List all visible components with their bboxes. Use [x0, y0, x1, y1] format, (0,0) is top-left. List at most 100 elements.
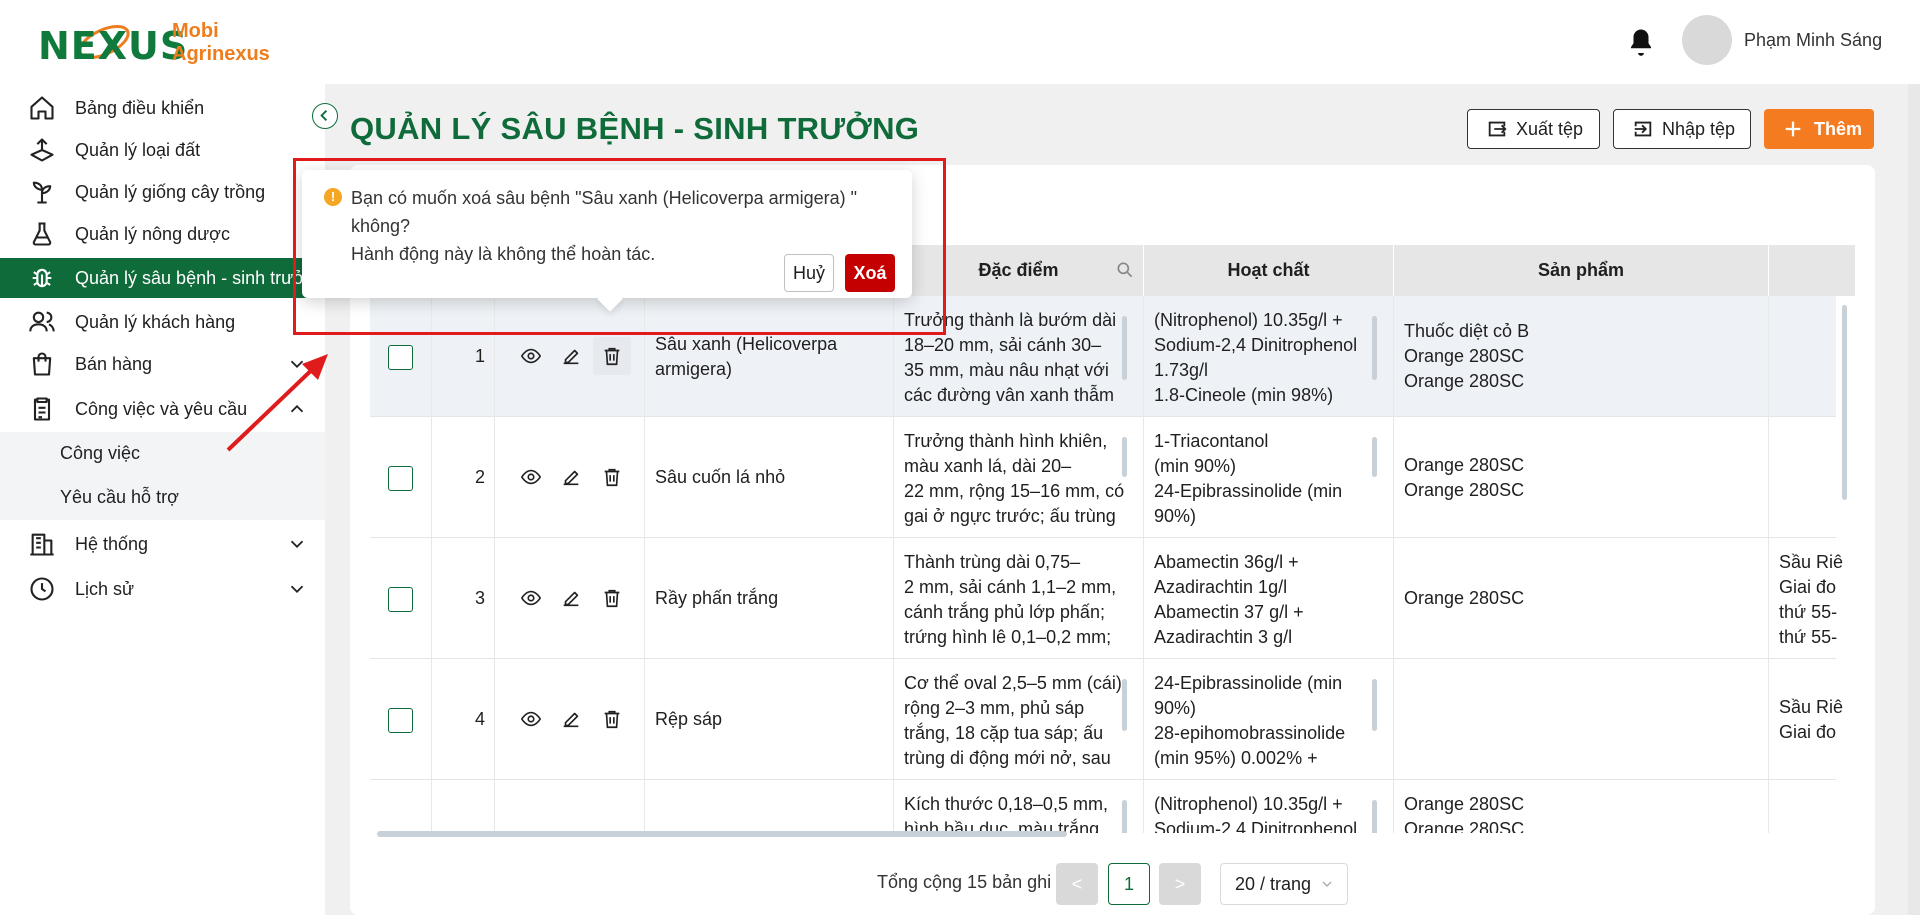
page-title: QUẢN LÝ SÂU BỆNH - SINH TRƯỞNG — [350, 111, 920, 146]
sidebar-item-system[interactable]: Hệ thống — [0, 524, 325, 564]
text-line: 2 mm, sải cánh 1,1–2 mm, — [904, 577, 1117, 597]
trash-icon[interactable] — [601, 587, 623, 609]
trash-icon[interactable] — [601, 345, 623, 367]
user-name[interactable]: Phạm Minh Sáng — [1744, 30, 1882, 51]
row-checkbox[interactable] — [388, 587, 413, 612]
sidebar-subitem-support[interactable]: Yêu cầu hỗ trợ — [60, 487, 179, 508]
cell-scrollbar[interactable] — [1122, 316, 1127, 380]
cell-scrollbar[interactable] — [1122, 437, 1127, 477]
edit-icon[interactable] — [560, 466, 582, 488]
cell-scrollbar[interactable] — [1122, 679, 1127, 731]
text-line: Orange 280SC — [1404, 794, 1525, 814]
text-line: 1-Triacontanol — [1154, 431, 1269, 451]
page-number: 1 — [1123, 873, 1134, 894]
sidebar-collapse-button[interactable] — [312, 103, 338, 129]
highlight-box — [293, 158, 946, 335]
logo-subtitle: Mobi Agrinexus — [172, 20, 270, 66]
text-line: Orange 280SC — [1404, 480, 1525, 500]
sidebar-item-history[interactable]: Lịch sử — [0, 569, 325, 609]
cell-checkbox — [370, 538, 432, 659]
plant-icon — [28, 178, 56, 206]
sidebar-item-plant[interactable]: Quản lý giống cây trồng — [0, 172, 325, 212]
product-text: Orange 280SC Orange 280SC — [1404, 792, 1704, 833]
export-button[interactable]: Xuất tệp — [1467, 109, 1600, 149]
table-row[interactable]: 3 Rầy phấn trắng Thành trùng dài 0,75– 2 … — [370, 538, 1843, 659]
app-header: NEXUS Mobi Agrinexus Phạm Minh Sáng — [0, 0, 1920, 84]
text-line: Sầu Riê — [1779, 697, 1844, 717]
sidebar-item-customers[interactable]: Quản lý khách hàng — [0, 302, 325, 342]
text-line: 1.8-Cineole (min 98%) — [1154, 385, 1334, 405]
cell-actions — [495, 780, 645, 833]
next-page-button[interactable]: > — [1159, 863, 1201, 905]
ingredient-text: Abamectin 36g/l + Azadirachtin 1g/l Abamec… — [1154, 550, 1379, 649]
cell-stt: 2 — [432, 417, 495, 538]
eye-icon[interactable] — [520, 345, 542, 367]
cell-ingredient: 1-Triacontanol (min 90%) 24-Epibrassinolid… — [1144, 417, 1394, 538]
avatar[interactable] — [1682, 15, 1732, 65]
row-checkbox[interactable] — [388, 466, 413, 491]
table-vertical-scrollbar[interactable] — [1842, 305, 1847, 500]
text-line: (min 90%) — [1154, 456, 1237, 476]
chevron-right-icon: > — [1174, 873, 1186, 894]
row-checkbox[interactable] — [388, 345, 413, 370]
cell-scrollbar[interactable] — [1372, 316, 1377, 380]
page-scrollbar[interactable] — [1908, 84, 1920, 915]
sidebar-subitem-work[interactable]: Công việc — [60, 443, 140, 464]
soil-icon — [28, 136, 56, 164]
sidebar-item-dashboard[interactable]: Bảng điều khiển — [0, 88, 325, 128]
cell-ingredient: (Nitrophenol) 10.35g/l + Sodium-2,4 Dinit… — [1144, 780, 1394, 833]
text-line: 22 mm, rộng 15–16 mm, có — [904, 481, 1125, 501]
search-icon[interactable] — [1115, 260, 1135, 280]
text-line: cánh trắng phủ lớp phấn; — [904, 602, 1105, 622]
sidebar-item-pest[interactable]: Quản lý sâu bệnh - sinh trưởng — [0, 258, 325, 298]
cell-scrollbar[interactable] — [1372, 800, 1377, 833]
sidebar-item-label: Lịch sử — [75, 578, 135, 599]
table-row[interactable]: 2 Sâu cuốn lá nhỏ Trưởng thành hình khiê… — [370, 417, 1836, 538]
text-line: Azadirachtin 3 g/l — [1154, 627, 1293, 647]
text-line: gai ở ngực trước; ấu trùng — [904, 506, 1116, 526]
table-row[interactable]: Kích thước 0,18–0,5 mm, hình bầu dục, màu… — [370, 780, 1836, 833]
chevron-down-icon[interactable] — [286, 533, 308, 555]
sidebar-item-soil[interactable]: Quản lý loại đất — [0, 130, 325, 170]
sidebar-item-pesticide[interactable]: Quản lý nông dược — [0, 214, 325, 254]
eye-icon[interactable] — [520, 708, 542, 730]
trash-icon[interactable] — [601, 466, 623, 488]
prev-page-button[interactable]: < — [1056, 863, 1098, 905]
add-button[interactable]: Thêm — [1764, 109, 1874, 149]
eye-icon[interactable] — [520, 587, 542, 609]
trash-icon[interactable] — [601, 708, 623, 730]
app-logo[interactable]: NEXUS Mobi Agrinexus — [34, 16, 274, 68]
table-row[interactable]: 4 Rệp sáp Cơ thể oval 2,5–5 mm (cái), rộn… — [370, 659, 1843, 780]
text-line: Azadirachtin 1g/l — [1154, 577, 1288, 597]
feature-text: Trưởng thành hình khiên, màu xanh lá, dài… — [904, 429, 1129, 528]
sidebar-item-label: Quản lý nông dược — [75, 223, 230, 244]
cell-name: Sâu cuốn lá nhỏ — [645, 417, 894, 538]
cell-scrollbar[interactable] — [1372, 437, 1377, 477]
edit-icon[interactable] — [560, 708, 582, 730]
text-line: 35 mm, màu nâu nhạt với — [904, 360, 1109, 380]
chevron-down-icon[interactable] — [286, 578, 308, 600]
page-1-button[interactable]: 1 — [1108, 863, 1150, 905]
row-checkbox[interactable] — [388, 708, 413, 733]
row-name: Rầy phấn trắng — [655, 588, 779, 608]
edit-icon[interactable] — [560, 587, 582, 609]
text-line: Orange 280SC — [1404, 455, 1525, 475]
eye-icon[interactable] — [520, 466, 542, 488]
edit-icon[interactable] — [560, 345, 582, 367]
chevron-down-icon — [1319, 876, 1335, 892]
cell-product: Orange 280SC Orange 280SC — [1394, 417, 1769, 538]
bag-icon — [28, 350, 56, 378]
bell-icon[interactable] — [1626, 27, 1656, 57]
cell-scrollbar[interactable] — [1122, 800, 1127, 833]
table-horizontal-scrollbar[interactable] — [377, 831, 1067, 837]
chevron-left-icon: < — [1071, 873, 1083, 894]
annotation-arrow — [220, 350, 340, 460]
cell-checkbox — [370, 780, 432, 833]
import-button[interactable]: Nhập tệp — [1613, 109, 1751, 149]
text-line: Giai đo — [1779, 722, 1837, 742]
cell-scrollbar[interactable] — [1372, 679, 1377, 731]
text-line: 24-Epibrassinolide (min — [1154, 673, 1343, 693]
page-size-select[interactable]: 20 / trang — [1220, 863, 1348, 905]
ingredient-text: (Nitrophenol) 10.35g/l + Sodium-2,4 Dinit… — [1154, 792, 1379, 833]
cell-actions — [495, 659, 645, 780]
